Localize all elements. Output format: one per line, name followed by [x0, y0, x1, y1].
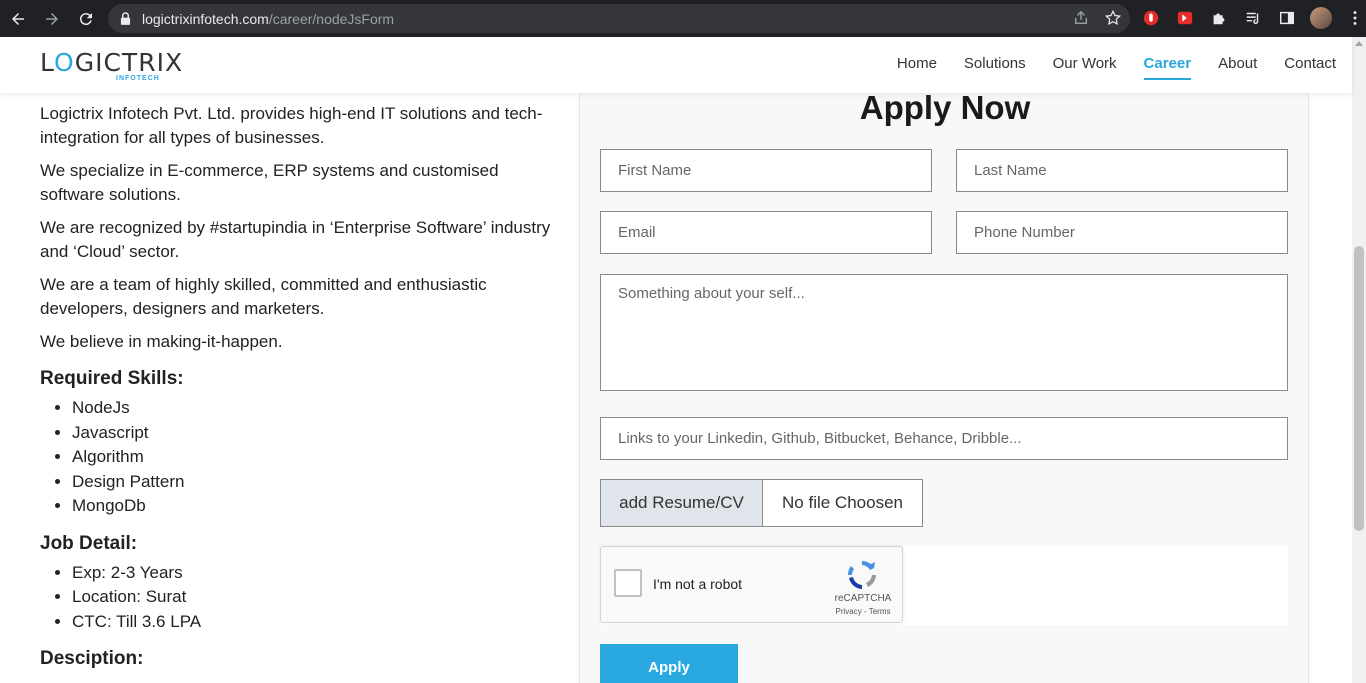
job-detail-heading: Job Detail: [40, 532, 138, 554]
reload-icon[interactable] [70, 3, 102, 35]
recaptcha-privacy-terms[interactable]: Privacy - Terms [827, 607, 899, 616]
share-icon[interactable] [1072, 9, 1090, 27]
intro-paragraph: We are a team of highly skilled, committ… [40, 275, 487, 318]
email-input[interactable]: Email [600, 211, 932, 254]
logo-wordmark: GICTRIX [74, 48, 184, 77]
url-text: logictrixinfotech.com/career/nodeJsForm [142, 11, 394, 27]
list-item: MongoDb [72, 494, 560, 519]
captcha-label: I'm not a robot [653, 576, 743, 592]
resume-file-input[interactable]: add Resume/CV No file Choosen [600, 479, 923, 527]
file-status: No file Choosen [782, 493, 903, 512]
nav-home[interactable]: Home [897, 55, 937, 80]
side-panel-icon[interactable] [1276, 7, 1298, 29]
job-detail-list: Exp: 2-3 Years Location: Surat CTC: Till… [72, 561, 560, 635]
nav-solutions[interactable]: Solutions [964, 55, 1026, 80]
intro-paragraph: We believe in making-it-happen. [40, 332, 283, 351]
scroll-thumb[interactable] [1354, 246, 1364, 531]
forward-arrow-icon[interactable] [36, 3, 68, 35]
address-bar[interactable]: logictrixinfotech.com/career/nodeJsForm [108, 4, 1130, 33]
job-description-column: Logictrix Infotech Pvt. Ltd. provides hi… [40, 102, 560, 676]
first-name-input[interactable]: First Name [600, 149, 932, 192]
list-item: Algorithm [72, 445, 560, 470]
phone-input[interactable]: Phone Number [956, 211, 1288, 254]
skills-list: NodeJs Javascript Algorithm Design Patte… [72, 396, 560, 519]
list-item: Design Pattern [72, 470, 560, 495]
add-resume-button[interactable]: add Resume/CV [601, 480, 763, 526]
browser-toolbar: logictrixinfotech.com/career/nodeJsForm [0, 0, 1366, 37]
intro-paragraph: Logictrix Infotech Pvt. Ltd. provides hi… [40, 104, 543, 147]
list-item: Exp: 2-3 Years [72, 561, 560, 586]
captcha-container: I'm not a robot reCAPTCHA Privacy - Term… [600, 546, 1288, 625]
form-title: Apply Now [859, 89, 1031, 126]
intro-paragraph: We specialize in E-commerce, ERP systems… [40, 161, 499, 204]
skills-heading: Required Skills: [40, 368, 184, 389]
video-extension-icon[interactable] [1174, 7, 1196, 29]
recaptcha-logo-icon [845, 558, 879, 592]
nav-about[interactable]: About [1218, 55, 1257, 80]
media-queue-icon[interactable] [1242, 7, 1264, 29]
logo-letter-o: O [54, 48, 75, 77]
main-nav: Home Solutions Our Work Career About Con… [897, 55, 1336, 80]
profile-avatar[interactable] [1310, 7, 1332, 29]
apply-button[interactable]: Apply [600, 644, 738, 683]
logo-letter-l: L [40, 48, 55, 77]
about-textarea[interactable]: Something about your self... [600, 274, 1288, 391]
lock-icon [120, 12, 132, 26]
recaptcha-widget: I'm not a robot reCAPTCHA Privacy - Term… [600, 546, 903, 623]
bookmark-star-icon[interactable] [1104, 9, 1122, 27]
url-domain: logictrixinfotech.com [142, 10, 269, 27]
apply-form-panel: Apply Now First Name Last Name Email Pho… [579, 89, 1309, 683]
scroll-up-arrow-icon[interactable] [1355, 41, 1363, 46]
list-item: Location: Surat [72, 585, 560, 610]
logictrix-logo[interactable]: LOGICTRIX INFOTECH [40, 48, 184, 83]
adblock-extension-icon[interactable] [1140, 7, 1162, 29]
browser-menu-icon[interactable] [1344, 7, 1366, 29]
list-item: CTC: Till 3.6 LPA [72, 610, 560, 635]
list-item: Javascript [72, 421, 560, 446]
extensions-puzzle-icon[interactable] [1208, 7, 1230, 29]
page-scrollbar[interactable] [1352, 37, 1366, 683]
back-arrow-icon[interactable] [2, 3, 34, 35]
captcha-checkbox[interactable] [614, 569, 642, 597]
site-header: LOGICTRIX INFOTECH Home Solutions Our Wo… [0, 37, 1352, 93]
recaptcha-brand: reCAPTCHA [834, 593, 892, 604]
last-name-input[interactable]: Last Name [956, 149, 1288, 192]
nav-career[interactable]: Career [1143, 55, 1192, 80]
list-item: NodeJs [72, 396, 560, 421]
nav-our-work[interactable]: Our Work [1053, 55, 1117, 80]
logo-subtitle: INFOTECH [116, 75, 160, 82]
url-path: /career/nodeJsForm [268, 10, 395, 27]
description-heading: Desciption: [40, 648, 144, 669]
intro-paragraph: We are recognized by #startupindia in ‘E… [40, 218, 551, 261]
nav-contact[interactable]: Contact [1284, 55, 1336, 80]
profile-links-input[interactable]: Links to your Linkedin, Github, Bitbucke… [600, 417, 1288, 460]
